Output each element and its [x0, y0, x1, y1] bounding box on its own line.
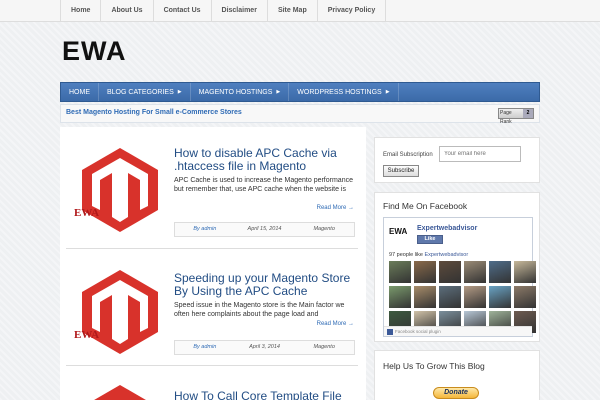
- email-input[interactable]: [439, 146, 521, 162]
- facebook-plugin-footer: Facebook social plugin: [384, 326, 532, 336]
- nav-magento-hostings-label: MAGENTO HOSTINGS: [198, 88, 273, 96]
- post-category[interactable]: Magento: [294, 341, 354, 354]
- facebook-widget: Find Me On Facebook EWA Expertwebadvisor…: [374, 192, 540, 342]
- post-title[interactable]: Speeding up your Magento Store By Using …: [174, 272, 359, 298]
- post-author[interactable]: By admin: [175, 223, 235, 236]
- facebook-page-logo[interactable]: EWA: [389, 227, 407, 236]
- topnav-home[interactable]: Home: [61, 0, 102, 22]
- facebook-like-box: EWA Expertwebadvisor Like 97 people like…: [383, 217, 536, 337]
- pagerank-badge[interactable]: Page Rank 2: [498, 108, 534, 125]
- pagerank-label: Page Rank: [499, 109, 523, 125]
- post-list: EWA How to disable APC Cache via .htacce…: [60, 127, 366, 400]
- topnav-disclaimer[interactable]: Disclaimer: [212, 0, 268, 22]
- fan-avatar[interactable]: [439, 261, 461, 283]
- fan-avatar[interactable]: [489, 261, 511, 283]
- triangle-right-icon: ▶: [276, 88, 281, 95]
- post-excerpt: Speed issue in the Magento store is the …: [174, 302, 345, 318]
- pagerank-value: 2: [523, 109, 533, 118]
- donate-widget-title: Help Us To Grow This Blog: [383, 361, 485, 371]
- facebook-like-count: 97 people like Expertwebadvisor: [389, 252, 468, 258]
- post-date: April 3, 2014: [249, 344, 280, 350]
- post-item: EWA Speeding up your Magento Store By Us…: [60, 250, 366, 366]
- post-title[interactable]: How To Call Core Template File: [174, 390, 359, 400]
- facebook-footer-text[interactable]: Facebook social plugin: [395, 329, 441, 334]
- topnav-contact-us[interactable]: Contact Us: [154, 0, 212, 22]
- read-more-link[interactable]: Read More →: [317, 205, 354, 211]
- main-nav: HOME BLOG CATEGORIES ▶ MAGENTO HOSTINGS ▶ …: [60, 82, 540, 102]
- post-meta: By admin April 15, 2014 Magento: [174, 222, 355, 237]
- post-divider: [66, 248, 358, 249]
- post-title[interactable]: How to disable APC Cache via .htaccess f…: [174, 147, 359, 173]
- subscribe-button[interactable]: Subscribe: [383, 165, 419, 177]
- facebook-like-label: Like: [424, 236, 436, 242]
- fan-avatar[interactable]: [389, 286, 411, 308]
- post-date: April 15, 2014: [247, 226, 282, 232]
- facebook-fan-faces: [389, 261, 536, 333]
- facebook-icon: [387, 329, 393, 335]
- thumb-label: EWA: [74, 329, 99, 341]
- read-more-link[interactable]: Read More →: [317, 321, 354, 327]
- post-item: EWA How to disable APC Cache via .htacce…: [60, 127, 366, 249]
- topnav-about-us[interactable]: About Us: [101, 0, 154, 22]
- fan-avatar[interactable]: [464, 286, 486, 308]
- fan-avatar[interactable]: [389, 261, 411, 283]
- post-meta: By admin April 3, 2014 Magento: [174, 340, 355, 355]
- facebook-widget-title: Find Me On Facebook: [383, 201, 468, 211]
- facebook-count-page[interactable]: Expertwebadvisor: [424, 252, 468, 258]
- post-category[interactable]: Magento: [294, 223, 354, 236]
- fan-avatar[interactable]: [514, 261, 536, 283]
- nav-magento-hostings[interactable]: MAGENTO HOSTINGS ▶: [191, 83, 290, 101]
- magento-logo-icon[interactable]: [70, 381, 170, 400]
- triangle-right-icon: ▶: [177, 88, 182, 95]
- topnav-site-map[interactable]: Site Map: [268, 0, 318, 22]
- email-subscription-widget: Email Subscription Subscribe: [374, 137, 540, 183]
- donate-widget: Help Us To Grow This Blog Donate: [374, 350, 540, 400]
- post-divider: [66, 365, 358, 366]
- fan-avatar[interactable]: [514, 286, 536, 308]
- magento-logo-icon[interactable]: EWA: [70, 144, 170, 236]
- nav-home-label: HOME: [69, 88, 90, 96]
- nav-blog-categories-label: BLOG CATEGORIES: [107, 88, 174, 96]
- nav-blog-categories[interactable]: BLOG CATEGORIES ▶: [99, 83, 191, 101]
- magento-logo-icon[interactable]: EWA: [70, 266, 170, 358]
- nav-home[interactable]: HOME: [61, 83, 99, 101]
- donate-button[interactable]: Donate: [433, 387, 479, 399]
- facebook-like-button[interactable]: Like: [417, 235, 443, 244]
- nav-wordpress-hostings[interactable]: WORDPRESS HOSTINGS ▶: [289, 83, 399, 101]
- triangle-right-icon: ▶: [385, 88, 390, 95]
- nav-wordpress-hostings-label: WORDPRESS HOSTINGS: [297, 88, 382, 96]
- post-author[interactable]: By admin: [175, 341, 235, 354]
- featured-link-bar: Best Magento Hosting For Small e-Commerc…: [60, 104, 540, 125]
- fan-avatar[interactable]: [414, 286, 436, 308]
- fan-avatar[interactable]: [439, 286, 461, 308]
- facebook-page-name[interactable]: Expertwebadvisor: [417, 225, 477, 232]
- topnav-privacy-policy[interactable]: Privacy Policy: [318, 0, 387, 22]
- top-nav: Home About Us Contact Us Disclaimer Site…: [60, 0, 387, 22]
- thumb-label: EWA: [74, 207, 99, 219]
- fan-avatar[interactable]: [489, 286, 511, 308]
- fan-avatar[interactable]: [414, 261, 436, 283]
- post-item: How To Call Core Template File: [60, 367, 366, 400]
- top-utility-bar: Home About Us Contact Us Disclaimer Site…: [0, 0, 600, 22]
- featured-link[interactable]: Best Magento Hosting For Small e-Commerc…: [66, 109, 242, 116]
- fan-avatar[interactable]: [464, 261, 486, 283]
- post-excerpt: APC Cache is used to increase the Magent…: [174, 177, 353, 193]
- facebook-count-prefix: 97 people like: [389, 252, 423, 258]
- site-logo[interactable]: EWA: [62, 36, 127, 67]
- email-subscription-label: Email Subscription: [383, 152, 433, 158]
